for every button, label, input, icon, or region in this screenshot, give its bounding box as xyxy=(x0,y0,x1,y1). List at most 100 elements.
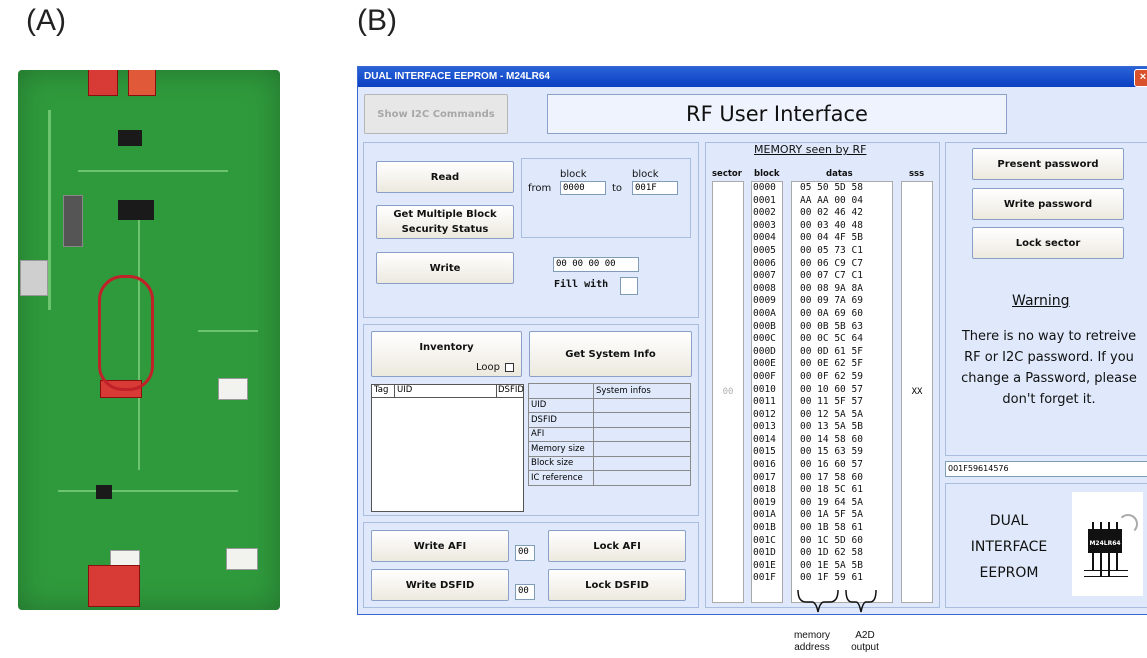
sys-row-label: DSFID xyxy=(528,412,594,428)
to-block-input[interactable]: 001F xyxy=(632,181,678,195)
memory-block-address: 0014 xyxy=(753,433,776,445)
sss-column[interactable]: XX xyxy=(901,181,933,603)
col-sector: sector xyxy=(712,169,742,179)
read-button[interactable]: Read xyxy=(376,161,514,193)
memory-block-data: 00 10 60 57 xyxy=(800,383,863,395)
write-password-button[interactable]: Write password xyxy=(972,188,1124,220)
write-button[interactable]: Write xyxy=(376,252,514,284)
memory-block-data: 00 0F 62 59 xyxy=(800,370,863,382)
lock-sector-button[interactable]: Lock sector xyxy=(972,227,1124,259)
inventory-list[interactable]: Tag UID DSFID xyxy=(371,384,524,512)
memory-block-data: 00 0C 5C 64 xyxy=(800,333,863,345)
memory-block-address: 0008 xyxy=(753,282,776,294)
a2d-output-annotation: A2D output xyxy=(842,630,888,654)
memory-block-address: 001E xyxy=(753,559,776,571)
memory-block-data: 00 0E 62 5F xyxy=(800,358,863,370)
memory-block-data: 00 12 5A 5A xyxy=(800,408,863,420)
memory-block-address: 0005 xyxy=(753,244,776,256)
memory-block-address: 000D xyxy=(753,345,776,357)
sss-value: XX xyxy=(911,387,923,397)
memory-block-data: 00 1E 5A 5B xyxy=(800,559,863,571)
memory-block-address: 0012 xyxy=(753,408,776,420)
inventory-list-header: Tag UID DSFID xyxy=(372,384,524,398)
memory-block-data: 00 09 7A 69 xyxy=(800,295,863,307)
memory-block-data: 00 08 9A 8A xyxy=(800,282,863,294)
inventory-group: Inventory Loop Get System Info Tag UID D… xyxy=(363,324,699,516)
close-icon[interactable]: × xyxy=(1134,69,1147,87)
sector-column[interactable]: 00 xyxy=(712,181,744,603)
loop-checkbox[interactable] xyxy=(505,363,514,372)
sys-row-label: Memory size xyxy=(528,441,594,457)
brand-text: DUAL INTERFACE EEPROM xyxy=(954,508,1064,586)
write-afi-button[interactable]: Write AFI xyxy=(371,530,509,562)
from-label: from xyxy=(528,183,552,194)
panel-label-b: (B) xyxy=(357,4,397,37)
memory-block-address: 0001 xyxy=(753,194,776,206)
sys-row-label: IC reference xyxy=(528,470,594,486)
present-password-button[interactable]: Present password xyxy=(972,148,1124,180)
memory-block-address: 001C xyxy=(753,534,776,546)
sys-row-label: Block size xyxy=(528,455,594,471)
col-sss: sss xyxy=(909,169,925,179)
sys-row-label: UID xyxy=(528,397,594,413)
col-uid: UID xyxy=(397,385,413,395)
uid-field[interactable]: 001F59614576 xyxy=(945,461,1147,477)
afi-dsfid-group: Write AFI 00 Lock AFI Write DSFID 00 Loc… xyxy=(363,522,699,608)
page-title: RF User Interface xyxy=(547,94,1007,134)
app-window: DUAL INTERFACE EEPROM - M24LR64 × Show I… xyxy=(357,66,1147,615)
show-i2c-button[interactable]: Show I2C Commands xyxy=(364,94,508,134)
system-info-table: System infos UID DSFID AFI Memory size B… xyxy=(528,383,691,486)
pcb-photo xyxy=(18,70,280,610)
panel-label-a: (A) xyxy=(26,4,66,37)
memory-block-data: 00 14 58 60 xyxy=(800,433,863,445)
memory-block-address: 001A xyxy=(753,509,776,521)
memory-block-data: 00 0D 61 5F xyxy=(800,345,863,357)
memory-block-address: 001D xyxy=(753,547,776,559)
memory-block-address: 000F xyxy=(753,370,776,382)
lock-afi-button[interactable]: Lock AFI xyxy=(548,530,686,562)
memory-group: MEMORY seen by RF sector block datas sss… xyxy=(705,142,940,608)
memory-block-address: 0007 xyxy=(753,270,776,282)
memory-block-data: 00 17 58 60 xyxy=(800,471,863,483)
memory-block-address: 0000 xyxy=(753,182,776,193)
read-group: Read Get Multiple Block Security Status … xyxy=(363,142,699,318)
memory-block-address: 0003 xyxy=(753,219,776,231)
memory-block-address: 000A xyxy=(753,307,776,319)
a2d-line-1: A2D xyxy=(855,630,875,641)
memory-block-data: 00 15 63 59 xyxy=(800,446,863,458)
block-to-label: block xyxy=(632,169,659,180)
col-dsfid: DSFID xyxy=(498,385,524,395)
get-system-info-button[interactable]: Get System Info xyxy=(529,331,692,377)
memory-block-address: 0016 xyxy=(753,459,776,471)
write-dsfid-button[interactable]: Write DSFID xyxy=(371,569,509,601)
memory-block-data: 00 0B 5B 63 xyxy=(800,320,863,332)
block-list: 0000 0001 0002 0003 0004 0005 0006 0007 0008 0009… xyxy=(753,182,776,585)
from-block-input[interactable]: 0000 xyxy=(560,181,606,195)
memory-block-data: 00 18 5C 61 xyxy=(800,484,863,496)
window-title: DUAL INTERFACE EEPROM - M24LR64 xyxy=(364,71,550,82)
memory-block-data: 00 03 40 48 xyxy=(800,219,863,231)
fill-with-input[interactable] xyxy=(620,277,638,295)
col-tag: Tag xyxy=(374,385,389,395)
memory-block-address: 0017 xyxy=(753,471,776,483)
afi-input[interactable]: 00 xyxy=(515,545,535,561)
block-column[interactable]: 0000 0001 0002 0003 0004 0005 0006 0007 0008 0009… xyxy=(751,181,783,603)
col-block: block xyxy=(754,169,780,179)
memory-block-data: 00 11 5F 57 xyxy=(800,396,863,408)
memory-block-address: 0011 xyxy=(753,396,776,408)
memory-block-address: 0015 xyxy=(753,446,776,458)
warning-title: Warning xyxy=(1012,293,1070,309)
memory-block-data: 05 50 5D 58 xyxy=(800,182,863,193)
lock-dsfid-button[interactable]: Lock DSFID xyxy=(548,569,686,601)
memory-block-address: 001B xyxy=(753,522,776,534)
write-data-input[interactable]: 00 00 00 00 xyxy=(553,257,639,272)
a2d-line-2: output xyxy=(851,642,879,653)
get-multiple-block-button[interactable]: Get Multiple Block Security Status xyxy=(376,205,514,239)
memory-block-data: 00 07 C7 C1 xyxy=(800,270,863,282)
brand-line-1: DUAL xyxy=(989,513,1029,529)
brand-line-2: INTERFACE xyxy=(970,539,1048,555)
dsfid-input[interactable]: 00 xyxy=(515,584,535,600)
datas-column[interactable]: 05 50 5D 58 AA AA 00 04 00 02 46 42 00 03 4… xyxy=(791,181,893,603)
memory-block-address: 0006 xyxy=(753,257,776,269)
memory-block-address: 001F xyxy=(753,572,776,584)
